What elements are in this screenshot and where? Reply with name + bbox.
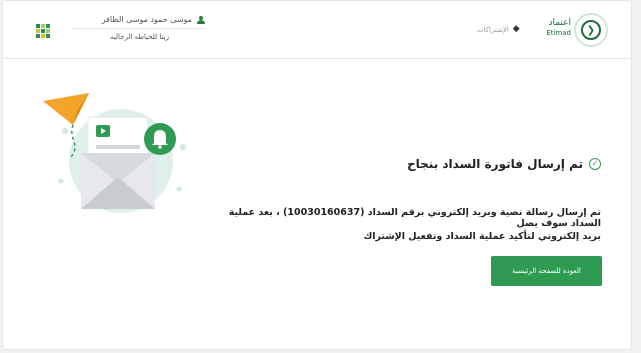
grid-cell <box>41 34 45 38</box>
divider <box>73 28 205 29</box>
success-title-text: تم إرسال فاتورة السداد بنجاح <box>407 157 583 171</box>
user-name: موسى حمود موسى الظافر <box>101 15 192 24</box>
subscriptions-link[interactable]: الإشتراكات ◆ <box>477 25 520 34</box>
message-line-1: تم إرسال رسالة نصية وبريد إلكتروني برقم … <box>228 207 601 229</box>
message-line-2: بريد إلكتروني لتأكيد عملية السداد وتفعيل… <box>363 231 601 242</box>
grid-cell <box>41 29 45 33</box>
check-circle-icon: ✓ <box>589 158 601 170</box>
app-frame: موسى حمود موسى الظافر زينا للخياطه الرجا… <box>2 0 632 350</box>
grid-cell <box>36 29 40 33</box>
email-illustration <box>43 93 186 213</box>
user-icon <box>197 15 205 24</box>
grid-cell <box>41 24 45 28</box>
user-name-row: موسى حمود موسى الظافر <box>102 15 205 24</box>
subscriptions-label: الإشتراكات <box>477 25 509 34</box>
top-header: موسى حمود موسى الظافر زينا للخياطه الرجا… <box>3 1 631 59</box>
layers-icon: ◆ <box>512 24 520 34</box>
logo-mark-icon: ❯ <box>574 13 608 47</box>
company-name: زينا للخياطه الرجاليه <box>110 33 169 41</box>
logo-text: اعتماد Etimad <box>543 18 571 38</box>
user-menu[interactable]: موسى حمود موسى الظافر زينا للخياطه الرجا… <box>73 13 205 45</box>
success-title: ✓ تم إرسال فاتورة السداد بنجاح <box>407 157 601 171</box>
grid-cell <box>36 24 40 28</box>
etimad-logo[interactable]: اعتماد Etimad ❯ <box>543 13 615 47</box>
grid-cell <box>46 34 50 38</box>
grid-cell <box>46 29 50 33</box>
logo-english: Etimad <box>546 29 571 37</box>
grid-cell <box>36 34 40 38</box>
grid-cell <box>46 24 50 28</box>
home-button[interactable]: العودة للصفحة الرئيسية <box>491 256 602 286</box>
app-grid-icon[interactable] <box>36 24 50 38</box>
logo-arrow-icon: ❯ <box>581 20 601 40</box>
logo-arabic: اعتماد <box>548 18 571 28</box>
main-content: ✓ تم إرسال فاتورة السداد بنجاح تم إرسال … <box>3 59 631 349</box>
